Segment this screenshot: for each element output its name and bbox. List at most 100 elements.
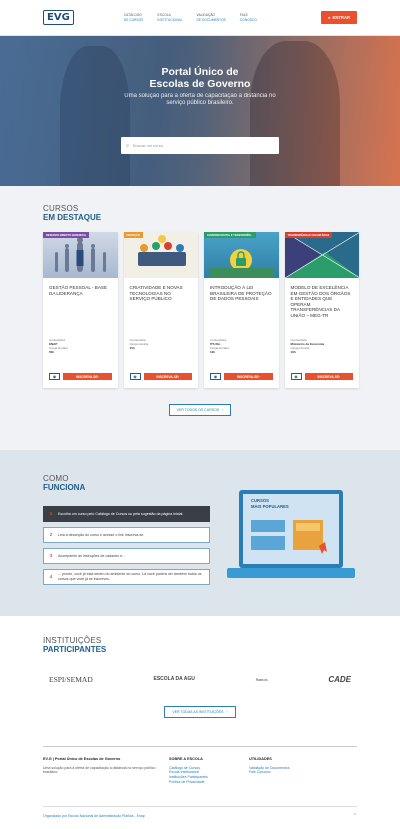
- course-meta: Conteudista Ministério da Economia Carga…: [285, 338, 360, 354]
- hours-value: 10h: [129, 346, 135, 350]
- card-actions: ◉ INSCREVA-SE ›: [129, 373, 192, 380]
- subscribe-label: INSCREVA-SE: [156, 374, 178, 379]
- chevron-right-icon: ›: [222, 408, 224, 412]
- featured-title-line1: CURSOS: [43, 204, 79, 213]
- featured-courses-section: CURSOS EM DESTAQUE DESENVOLVIMENTO GEREN…: [0, 186, 400, 450]
- details-button[interactable]: ◉: [290, 373, 302, 380]
- cade-logo[interactable]: CADE: [328, 675, 351, 684]
- see-all-courses-button[interactable]: VER TODOS OS CURSOS ›: [168, 404, 232, 416]
- hero-title: Portal Único de Escolas de Governo: [0, 66, 400, 90]
- see-all-institutions-button[interactable]: VER TODAS AS INSTITUIÇÕES ›: [164, 706, 236, 718]
- santos-logo[interactable]: Santos: [256, 677, 268, 682]
- card-actions: ◉ INSCREVA-SE ›: [290, 373, 353, 380]
- course-meta: Conteudista Carga Horária 10h: [124, 338, 199, 350]
- laptop-illustration: CURSOS MAIS POPULARES: [227, 490, 355, 610]
- subscribe-button[interactable]: INSCREVA-SE ›: [143, 373, 192, 380]
- step-text: ... pronto, você já está dentro do ambie…: [58, 572, 202, 581]
- site-footer: EV.G | Portal Único de Escolas de Govern…: [43, 746, 357, 806]
- site-header: EVG CATÁLOGO DE CURSOS ESCOLA INSTITUCIONA…: [0, 0, 400, 36]
- footer-brand-desc: Uma solução para a oferta de capacitação…: [43, 765, 156, 775]
- hero-subtitle-line1: Uma solução para a oferta de capacitação…: [124, 93, 276, 99]
- step-text: Leia a descrição do curso e acesse o lin…: [58, 532, 145, 537]
- course-image: INOVAÇÃO: [123, 232, 198, 278]
- search-placeholder: Buscar um curso: [132, 143, 163, 148]
- laptop-graphic: CURSOS MAIS POPULARES: [227, 490, 355, 578]
- how-it-works-section: COMO FUNCIONA 1 Escolha um curso pelo Cat…: [0, 450, 400, 616]
- footer-utilities-col: UTILIDADES Validação de Documentos Fale …: [249, 757, 319, 806]
- enter-button[interactable]: ● ENTRAR: [321, 11, 357, 24]
- featured-title-line2: EM DESTAQUE: [43, 213, 102, 222]
- course-image: DESENVOLVIMENTO GERENCIAL: [43, 232, 118, 278]
- nav-catalog-bottom: DE CURSOS: [123, 17, 144, 22]
- espi-semad-logo[interactable]: ESPI/SEMAD: [49, 675, 93, 684]
- institution-logos: ESPI/SEMAD ESCOLA DA AGU Santos CADE: [43, 670, 357, 688]
- step-text: Acompanhe as instruções de cadastro e...: [58, 553, 126, 558]
- footer-brand: EV.G | Portal Único de Escolas de Govern…: [43, 757, 121, 761]
- footer-about-title: SOBRE A ESCOLA: [169, 757, 203, 761]
- step-item[interactable]: 1 Escolha um curso pelo Catálogo de Curso…: [43, 506, 210, 522]
- subscribe-button[interactable]: INSCREVA-SE ›: [224, 373, 273, 380]
- details-button[interactable]: ◉: [49, 373, 60, 380]
- eye-icon: ◉: [213, 374, 218, 379]
- card-actions: ◉ INSCREVA-SE ›: [210, 373, 273, 380]
- course-meta: Conteudista ENAP Carga Horária 50h: [43, 338, 118, 354]
- evg-logo[interactable]: EVG: [43, 10, 74, 25]
- footer-bottom-bar: Organizado por Escola Nacional de Admini…: [43, 806, 357, 824]
- footer-link[interactable]: Política de Privacidade: [169, 780, 249, 785]
- step-item[interactable]: 4 ... pronto, você já está dentro do ambi…: [43, 569, 210, 585]
- eye-icon: ◉: [294, 374, 298, 379]
- footer-brand-col: EV.G | Portal Único de Escolas de Govern…: [43, 757, 163, 806]
- course-title: MODELO DE EXCELÊNCIA EM GESTÃO DOS ÓRGÃO…: [290, 285, 351, 318]
- course-search-input[interactable]: ⚲ Buscar um curso: [121, 137, 279, 154]
- course-title: INTRODUÇÃO À LEI BRASILEIRA DE PROTEÇÃO …: [210, 285, 272, 302]
- data-protection-illustration: [209, 249, 274, 278]
- details-button[interactable]: ◉: [210, 373, 221, 380]
- hours-value: 10h: [290, 350, 296, 354]
- nav-catalog[interactable]: CATÁLOGO DE CURSOS: [124, 13, 144, 21]
- step-item[interactable]: 3 Acompanhe as instruções de cadastro e..…: [43, 548, 210, 564]
- subscribe-label: INSCREVA-SE: [236, 374, 259, 379]
- eye-icon: ◉: [133, 374, 137, 379]
- eye-icon: ◉: [52, 374, 57, 379]
- nav-institutional-bottom: INSTITUCIONAL: [157, 17, 183, 22]
- course-image: GOVERNO DIGITAL E TRANSPARÊN...: [204, 232, 279, 278]
- nav-contact[interactable]: FALE CONOSCO: [240, 13, 257, 21]
- see-all-courses-wrap: VER TODOS OS CURSOS ›: [43, 404, 357, 416]
- subscribe-button[interactable]: INSCREVA-SE ›: [63, 373, 112, 380]
- course-image: TRANSFERÊNCIAS VOLUNTÁRIAS: [284, 232, 359, 278]
- course-cards: DESENVOLVIMENTO GERENCIAL GESTÃO PESSOAL…: [43, 232, 360, 388]
- details-button[interactable]: ◉: [129, 373, 141, 380]
- nav-validation-bottom: DE DOCUMENTOS: [196, 17, 226, 22]
- footer-bottom-text[interactable]: Organizado por Escola Nacional de Admini…: [43, 814, 145, 818]
- hero-subtitle-line2: serviço público brasileiro.: [166, 100, 234, 106]
- hero-title-line1: Portal Único de: [161, 66, 239, 78]
- course-title: CRIATIVIDADE E NOVAS TECNOLOGIAS NO SERV…: [129, 285, 183, 302]
- institutions-section: INSTITUIÇÕES PARTICIPANTES ESPI/SEMAD ES…: [0, 616, 400, 746]
- see-all-institutions-wrap: VER TODAS AS INSTITUIÇÕES ›: [43, 706, 357, 718]
- hours-value: 10h: [210, 350, 216, 354]
- course-card[interactable]: DESENVOLVIMENTO GERENCIAL GESTÃO PESSOAL…: [43, 232, 118, 388]
- step-number: 4: [49, 573, 53, 579]
- course-card[interactable]: GOVERNO DIGITAL E TRANSPARÊN... INTRODUÇ…: [204, 232, 279, 388]
- back-to-top-icon[interactable]: ⌃: [353, 813, 357, 819]
- nav-validation[interactable]: VALIDAÇÃO DE DOCUMENTOS: [197, 13, 226, 21]
- user-icon: ●: [328, 15, 331, 20]
- screen-title-line2: MAIS POPULARES: [251, 504, 289, 509]
- screen-title-line1: CURSOS: [251, 498, 269, 503]
- footer-link[interactable]: Fale Conosco: [249, 770, 319, 775]
- institutions-title-line2: PARTICIPANTES: [43, 645, 107, 654]
- escola-agu-logo[interactable]: ESCOLA DA AGU: [153, 676, 194, 682]
- nav-institutional[interactable]: ESCOLA INSTITUCIONAL: [157, 13, 182, 21]
- step-item[interactable]: 2 Leia a descrição do curso e acesse o li…: [43, 527, 210, 543]
- step-number: 2: [49, 531, 53, 537]
- transfers-illustration: [284, 232, 359, 278]
- card-actions: ◉ INSCREVA-SE ›: [49, 373, 112, 380]
- course-card[interactable]: TRANSFERÊNCIAS VOLUNTÁRIAS MODELO DE EXC…: [284, 232, 360, 388]
- subscribe-label: INSCREVA-SE: [317, 374, 339, 379]
- step-number: 3: [49, 552, 53, 558]
- subscribe-button[interactable]: INSCREVA-SE ›: [304, 373, 353, 380]
- hours-value: 50h: [49, 350, 55, 354]
- hero-overlay: [0, 36, 400, 186]
- course-card[interactable]: INOVAÇÃO CRIATIVIDADE E NOVAS TECNOLOGIA…: [123, 232, 199, 388]
- steps-list: 1 Escolha um curso pelo Catálogo de Curso…: [43, 506, 210, 585]
